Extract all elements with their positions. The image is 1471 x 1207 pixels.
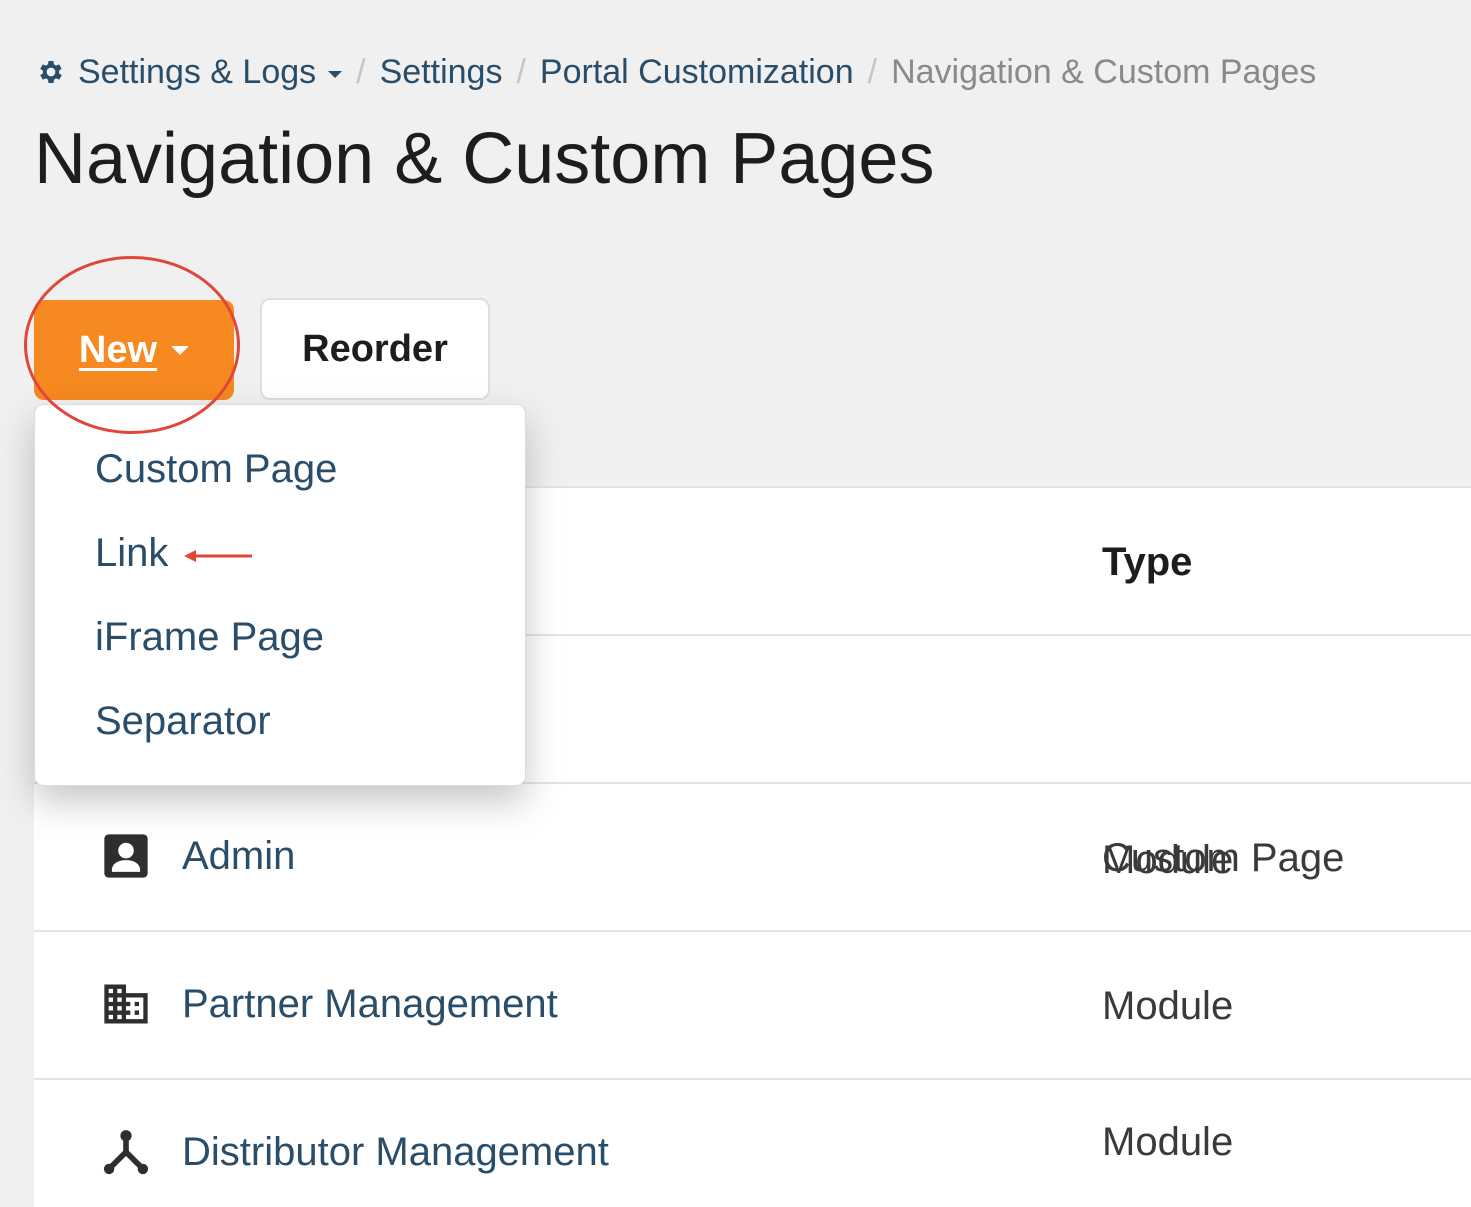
new-dropdown-button[interactable]: New [34,300,234,400]
chevron-down-icon [328,70,343,78]
breadcrumb-item-settings-logs[interactable]: Settings & Logs [78,53,316,92]
table-row[interactable]: Admin Module [34,784,1471,932]
breadcrumb-separator: / [867,52,878,91]
gear-icon [36,57,66,87]
contact-card-icon [100,830,152,882]
menu-item-link[interactable]: Link [95,531,168,576]
reorder-button[interactable]: Reorder [260,298,490,400]
column-header-type[interactable]: Type [1102,540,1192,585]
row-name-text: Partner Management [182,981,558,1026]
new-dropdown-menu: Custom Page Link iFrame Page Separator [34,404,526,786]
caret-down-icon [171,345,190,355]
breadcrumb-item-settings[interactable]: Settings [380,53,503,92]
row-name-link[interactable]: Distributor Management [100,1126,609,1178]
breadcrumb: Settings & Logs / Settings / Portal Cust… [36,50,1316,94]
table-row[interactable]: Partner Management Module [34,932,1471,1080]
row-type: Module [1102,1120,1234,1164]
breadcrumb-item-portal-customization[interactable]: Portal Customization [540,53,854,92]
new-button-label: New [78,328,158,371]
row-name-text: Admin [182,833,296,878]
page-title: Navigation & Custom Pages [34,119,935,199]
table-row[interactable]: Distributor Management Module [34,1080,1471,1207]
breadcrumb-separator: / [356,52,366,91]
menu-item-custom-page[interactable]: Custom Page [95,447,337,492]
row-type: Module [1102,984,1234,1028]
building-icon [100,978,152,1030]
breadcrumb-settings-logs-dropdown[interactable]: Settings & Logs [36,53,343,92]
row-name-link[interactable]: Admin [100,830,295,882]
row-name-text: Distributor Management [182,1129,609,1174]
breadcrumb-separator: / [516,52,526,91]
menu-item-iframe-page[interactable]: iFrame Page [95,615,324,660]
breadcrumb-item-current: Navigation & Custom Pages [891,52,1317,91]
hierarchy-icon [100,1126,152,1178]
row-type: Module [1102,838,1234,882]
row-name-link[interactable]: Partner Management [100,978,558,1030]
menu-item-separator[interactable]: Separator [95,699,271,744]
